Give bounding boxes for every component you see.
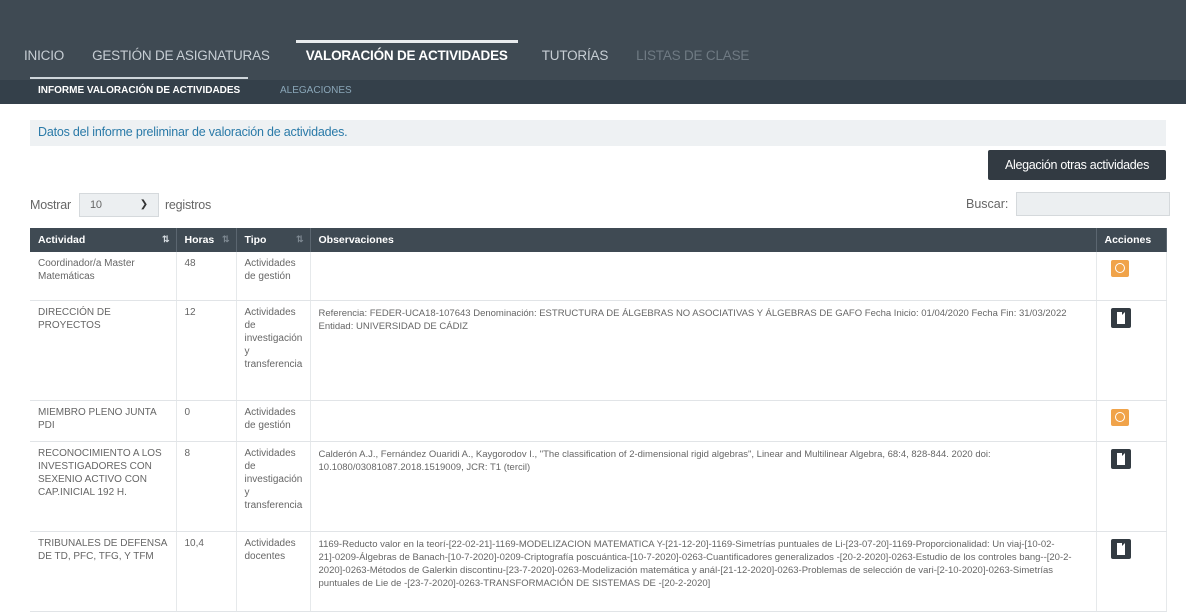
length-prefix-label: Mostrar: [30, 198, 71, 212]
table-row: TRIBUNALES DE DEFENSA DE TD, PFC, TFG, Y…: [30, 531, 1167, 612]
cell-horas: 10,4: [176, 531, 237, 612]
table-header-row: Actividad ⇅ Horas ⇅ Tipo ⇅ Observaciones Ac…: [30, 228, 1167, 252]
subnav-item-informe[interactable]: INFORME VALORACIÓN DE ACTIVIDADES: [29, 77, 249, 96]
cell-actividad: RECONOCIMIENTO A LOS INVESTIGADORES CON …: [30, 441, 177, 532]
cell-acciones: [1096, 400, 1167, 442]
search-label: Buscar:: [966, 197, 1009, 211]
document-icon[interactable]: [1110, 538, 1131, 559]
nav-item-listas-clase[interactable]: LISTAS DE CLASE: [636, 40, 749, 76]
table-row: RECONOCIMIENTO A LOS INVESTIGADORES CON …: [30, 441, 1167, 532]
top-header: INICIO GESTIÓN DE ASIGNATURAS VALORACIÓN…: [0, 0, 1186, 104]
warning-icon[interactable]: [1110, 408, 1129, 426]
document-icon[interactable]: [1110, 448, 1131, 469]
nav-item-tutorias[interactable]: TUTORÍAS: [542, 40, 609, 76]
main-nav: INICIO GESTIÓN DE ASIGNATURAS VALORACIÓN…: [24, 40, 777, 76]
search-input[interactable]: [1016, 192, 1171, 216]
page-length-value: 10: [89, 199, 102, 211]
cell-tipo: Actividades de gestión: [236, 252, 311, 301]
table-row: Coordinador/a Master Matemáticas 48 Acti…: [30, 252, 1167, 301]
cell-observaciones: [310, 252, 1097, 301]
length-control: Mostrar 10 ❯ registros: [30, 192, 211, 218]
sub-nav: INFORME VALORACIÓN DE ACTIVIDADES ALEGAC…: [0, 77, 1186, 104]
cell-tipo: Actividades de investigación y transfere…: [236, 300, 311, 401]
cell-actividad: Coordinador/a Master Matemáticas: [30, 252, 177, 301]
cell-tipo: Actividades docentes: [236, 531, 311, 612]
cell-acciones: [1096, 300, 1167, 401]
cell-horas: 0: [176, 400, 237, 442]
activities-table: Actividad ⇅ Horas ⇅ Tipo ⇅ Observaciones Ac…: [30, 228, 1167, 612]
cell-tipo: Actividades de gestión: [236, 400, 311, 442]
nav-item-gestion-asignaturas[interactable]: GESTIÓN DE ASIGNATURAS: [92, 40, 270, 76]
cell-observaciones: Referencia: FEDER-UCA18-107643 Denominac…: [310, 300, 1097, 401]
cell-horas: 48: [176, 252, 237, 301]
document-icon[interactable]: [1110, 307, 1131, 328]
column-header-actividad[interactable]: Actividad ⇅: [30, 228, 177, 252]
sort-icon: ⇅: [161, 234, 170, 244]
chevron-down-icon: ❯: [139, 199, 148, 210]
nav-item-valoracion-actividades[interactable]: VALORACIÓN DE ACTIVIDADES: [295, 40, 518, 76]
length-suffix-label: registros: [164, 198, 212, 212]
cell-acciones: [1096, 531, 1167, 612]
table-row: MIEMBRO PLENO JUNTA PDI 0 Actividades de…: [30, 400, 1167, 442]
column-header-observaciones: Observaciones: [310, 228, 1097, 252]
alegacion-otras-actividades-button[interactable]: Alegación otras actividades: [988, 150, 1166, 180]
search-control: Buscar:: [966, 192, 1171, 216]
column-header-acciones: Acciones: [1096, 228, 1167, 252]
cell-actividad: DIRECCIÓN DE PROYECTOS: [30, 300, 177, 401]
cell-actividad: TRIBUNALES DE DEFENSA DE TD, PFC, TFG, Y…: [30, 531, 177, 612]
column-header-horas[interactable]: Horas ⇅: [176, 228, 237, 252]
subnav-item-alegaciones[interactable]: ALEGACIONES: [280, 85, 352, 96]
cell-observaciones: 1169-Reducto valor en la teorí-[22-02-21…: [310, 531, 1097, 612]
column-header-tipo[interactable]: Tipo ⇅: [236, 228, 311, 252]
cell-observaciones: [310, 400, 1097, 442]
cell-actividad: MIEMBRO PLENO JUNTA PDI: [30, 400, 177, 442]
cell-observaciones: Calderón A.J., Fernández Ouaridi A., Kay…: [310, 441, 1097, 532]
cell-horas: 12: [176, 300, 237, 401]
sort-icon: ⇅: [295, 234, 304, 244]
sort-icon: ⇅: [221, 234, 230, 244]
warning-icon[interactable]: [1110, 260, 1129, 277]
info-message: Datos del informe preliminar de valoraci…: [30, 120, 1166, 146]
nav-item-inicio[interactable]: INICIO: [24, 40, 64, 76]
cell-acciones: [1096, 252, 1167, 301]
table-row: DIRECCIÓN DE PROYECTOS 12 Actividades de…: [30, 300, 1167, 401]
cell-horas: 8: [176, 441, 237, 532]
cell-acciones: [1096, 441, 1167, 532]
cell-tipo: Actividades de investigación y transfere…: [236, 441, 311, 532]
page-length-select[interactable]: 10 ❯: [78, 193, 159, 217]
